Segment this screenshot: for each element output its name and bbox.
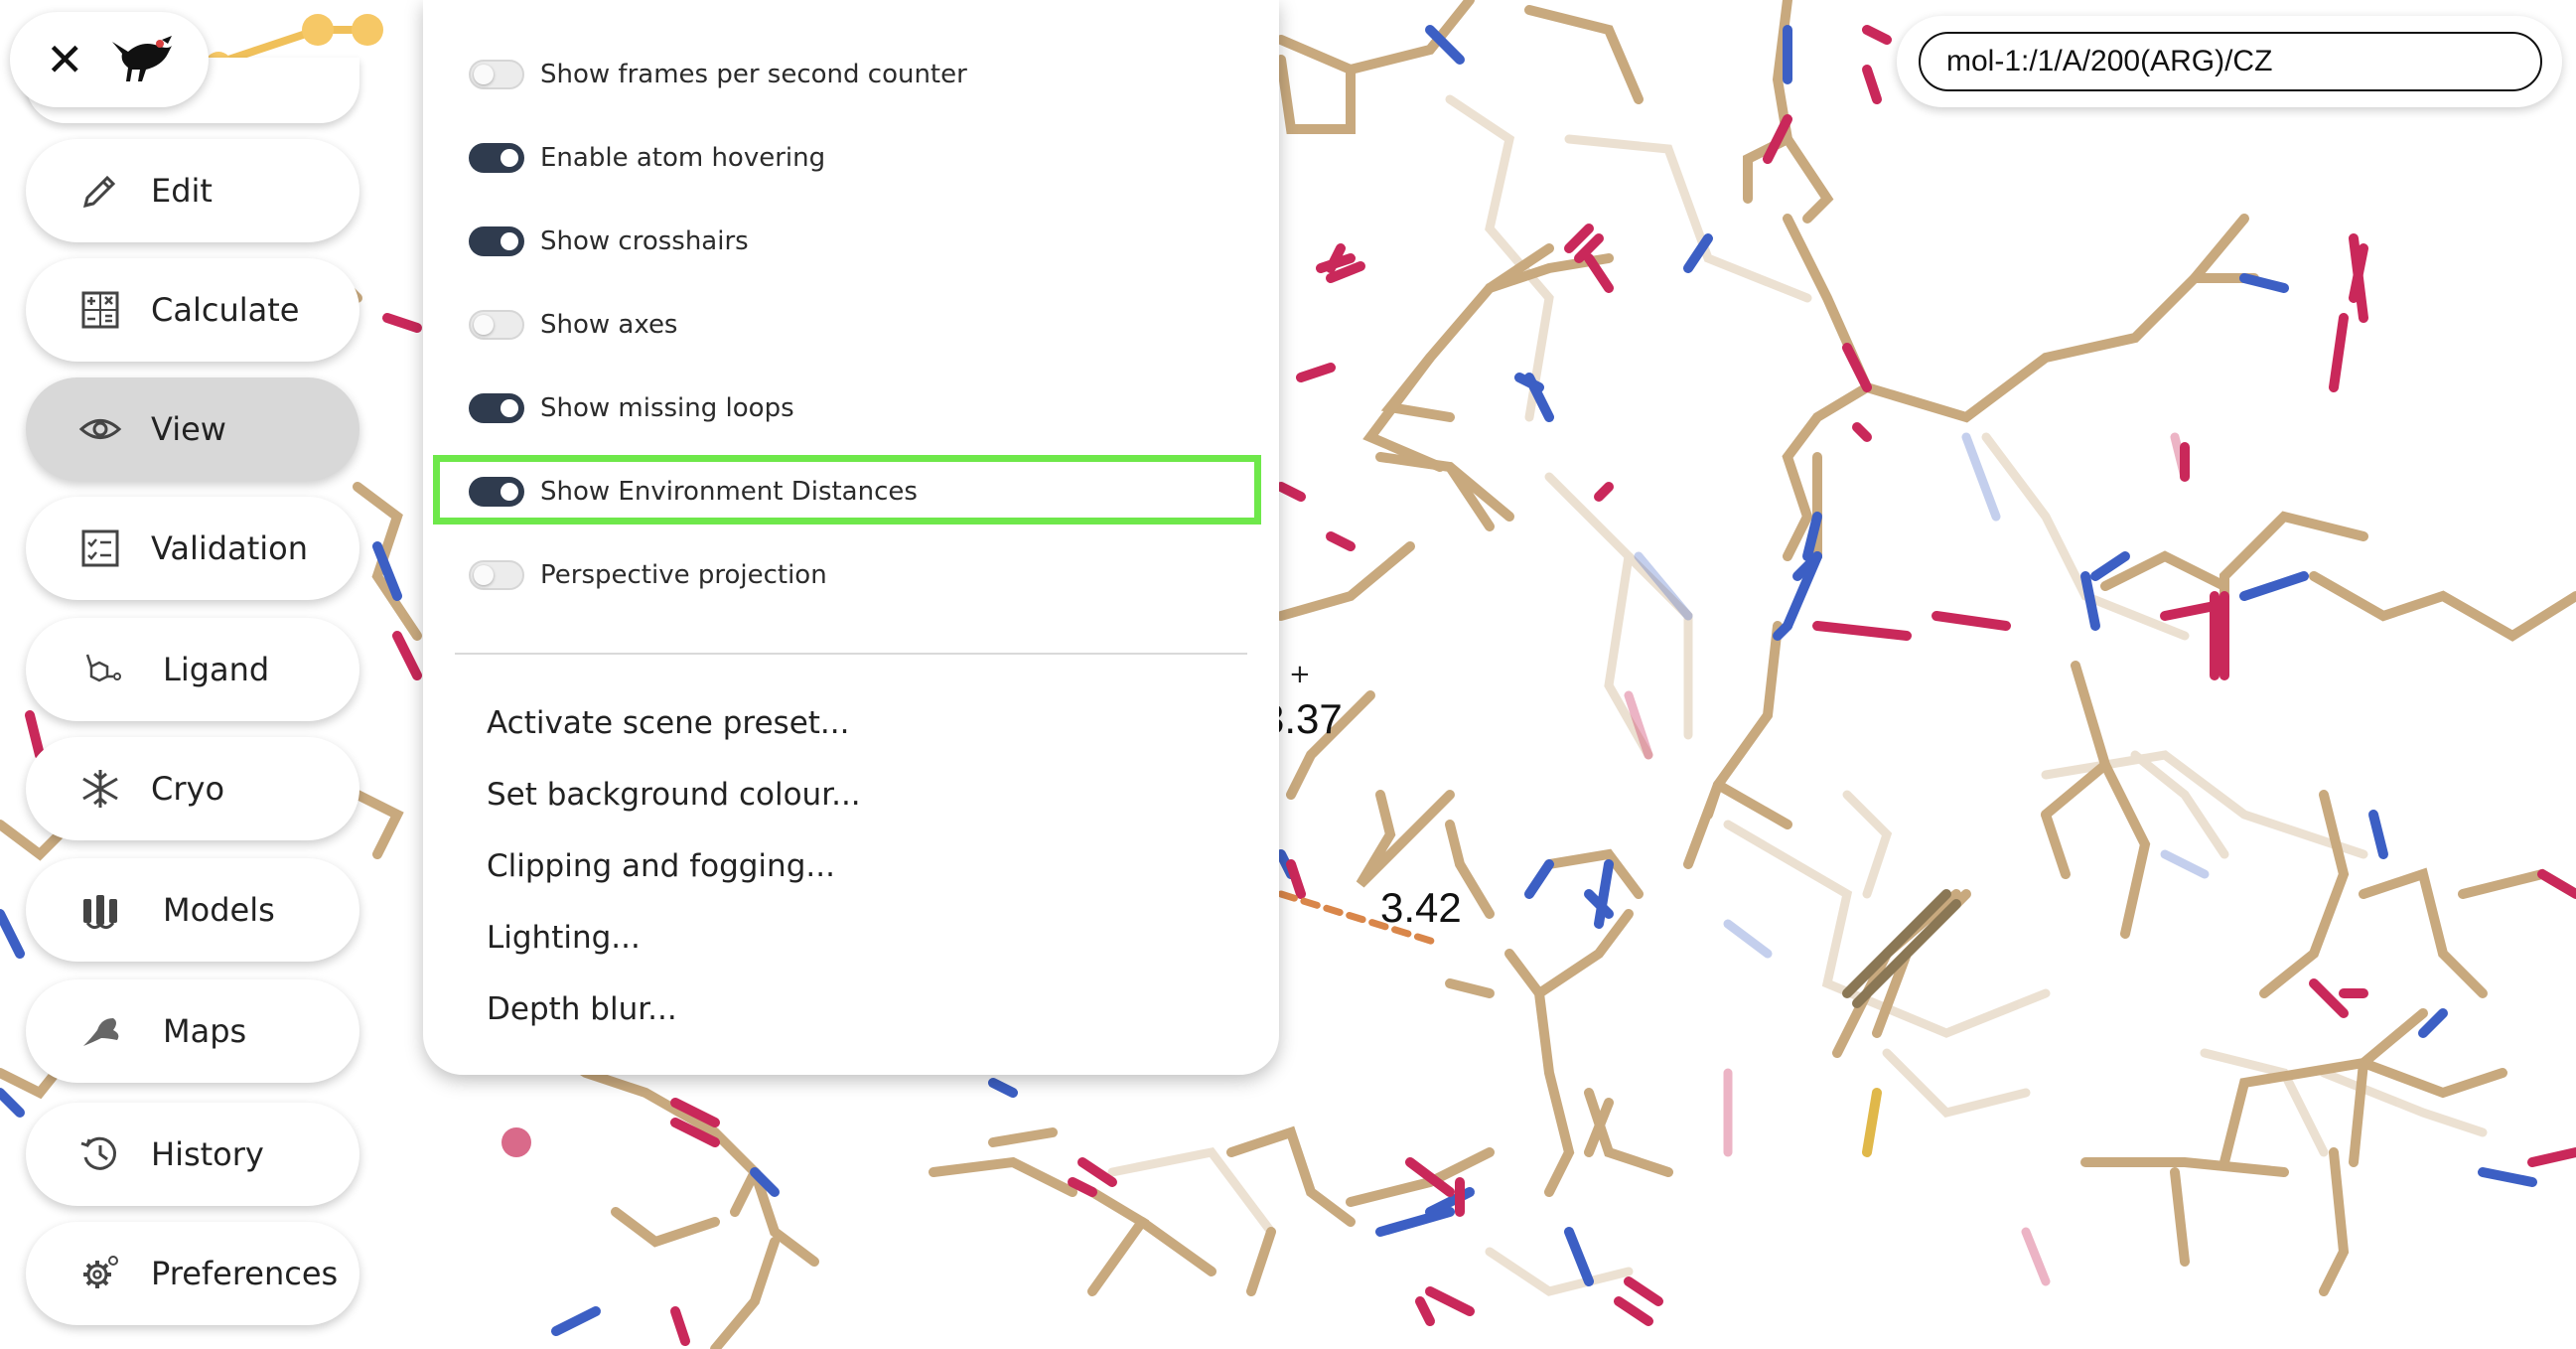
sidebar-item-calculate[interactable]: Calculate: [26, 258, 359, 362]
menu-item-clipping-fogging[interactable]: Clipping and fogging...: [487, 841, 835, 891]
close-icon[interactable]: ✕: [46, 37, 84, 82]
toggle-switch[interactable]: [469, 477, 524, 507]
cid-input-container: [1897, 16, 2562, 107]
sidebar-item-preferences[interactable]: Preferences: [26, 1222, 359, 1325]
sidebar-item-label: Edit: [151, 172, 213, 210]
toggle-switch[interactable]: [469, 310, 524, 340]
sidebar-item-label: Preferences: [151, 1255, 339, 1292]
toggle-label: Show crosshairs: [540, 226, 749, 256]
toggle-label: Show Environment Distances: [540, 477, 918, 507]
toggle-label: Show missing loops: [540, 393, 794, 423]
toggle-switch[interactable]: [469, 560, 524, 590]
models-icon: [75, 885, 125, 935]
toggle-atom-hovering[interactable]: Enable atom hovering: [469, 128, 825, 188]
sidebar-item-label: Calculate: [151, 291, 300, 329]
menu-item-background-colour[interactable]: Set background colour...: [487, 770, 861, 820]
sidebar-item-label: Maps: [163, 1012, 247, 1050]
toggle-label: Perspective projection: [540, 560, 827, 590]
sidebar-item-ligand[interactable]: Ligand: [26, 618, 359, 721]
sidebar-item-label: Models: [163, 891, 275, 929]
app-logo: [102, 32, 176, 87]
toggle-axes[interactable]: Show axes: [469, 295, 677, 355]
molecular-viewport[interactable]: [0, 0, 2576, 1349]
checklist-icon: [75, 524, 125, 573]
pencil-icon: [75, 166, 125, 216]
cid-input[interactable]: [1919, 32, 2542, 91]
toggle-perspective-projection[interactable]: Perspective projection: [469, 545, 827, 605]
sidebar-item-cryo[interactable]: Cryo: [26, 737, 359, 840]
calculator-icon: [75, 285, 125, 335]
distance-label: 3.42: [1380, 884, 1462, 931]
toggle-label: Enable atom hovering: [540, 143, 826, 173]
sidebar-item-models[interactable]: Models: [26, 858, 359, 962]
close-menu-button[interactable]: ✕: [10, 12, 209, 107]
bird-logo-icon: [111, 36, 172, 81]
sidebar-item-history[interactable]: History: [26, 1103, 359, 1206]
sidebar-item-label: Validation: [151, 529, 309, 567]
menu-item-depth-blur[interactable]: Depth blur...: [487, 984, 677, 1034]
sidebar-item-maps[interactable]: Maps: [26, 979, 359, 1083]
toggle-switch[interactable]: [469, 143, 524, 173]
toggle-environment-distances[interactable]: Show Environment Distances: [469, 462, 918, 522]
sidebar-item-label: View: [151, 410, 226, 448]
sidebar-item-label: Cryo: [151, 770, 225, 808]
toggle-switch[interactable]: [469, 60, 524, 89]
view-menu: Show frames per second counter Enable at…: [423, 0, 1279, 1075]
menu-item-lighting[interactable]: Lighting...: [487, 913, 641, 963]
toggle-crosshairs[interactable]: Show crosshairs: [469, 212, 749, 271]
toggle-switch[interactable]: [469, 393, 524, 423]
crosshair-marker: +: [1289, 660, 1311, 689]
toggle-fps-counter[interactable]: Show frames per second counter: [469, 45, 967, 104]
snowflake-icon: [75, 764, 125, 814]
toggle-label: Show axes: [540, 310, 678, 340]
sidebar-item-validation[interactable]: Validation: [26, 497, 359, 600]
sidebar-item-view[interactable]: View: [26, 377, 359, 481]
ligand-icon: [75, 645, 125, 694]
sidebar-item-label: Ligand: [163, 651, 270, 688]
toggle-label: Show frames per second counter: [540, 60, 967, 89]
eye-icon: [75, 404, 125, 454]
sidebar-item-edit[interactable]: Edit: [26, 139, 359, 242]
toggle-switch[interactable]: [469, 226, 524, 256]
menu-divider: [455, 653, 1247, 655]
gear-icon: [75, 1249, 125, 1298]
menu-item-scene-preset[interactable]: Activate scene preset...: [487, 698, 850, 748]
sidebar-item-label: History: [151, 1135, 264, 1173]
molecule-canvas[interactable]: [0, 0, 2576, 1349]
maps-icon: [75, 1006, 125, 1056]
toggle-missing-loops[interactable]: Show missing loops: [469, 378, 794, 438]
history-icon: [75, 1129, 125, 1179]
